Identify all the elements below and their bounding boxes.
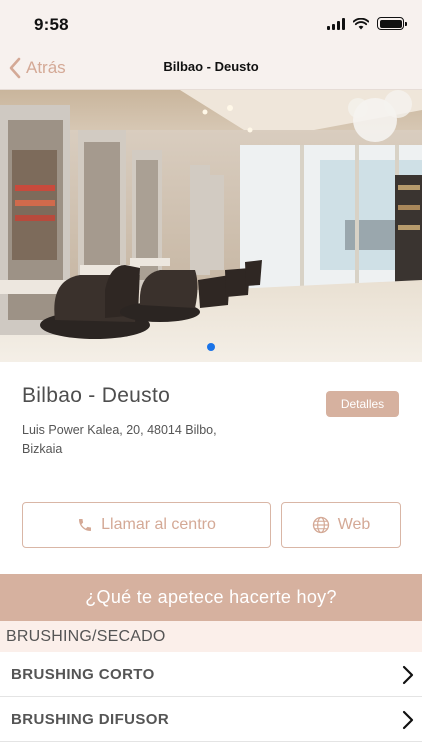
- question-text: ¿Qué te apetece hacerte hoy?: [85, 587, 337, 607]
- service-item-brushing-difusor[interactable]: BRUSHING DIFUSOR: [0, 697, 422, 742]
- navigation-bar: Atrás Bilbao - Deusto: [0, 48, 422, 90]
- status-icons: [327, 17, 407, 30]
- question-banner: ¿Qué te apetece hacerte hoy?: [0, 574, 422, 621]
- battery-icon: [377, 17, 407, 30]
- web-button[interactable]: Web: [281, 502, 401, 548]
- category-label: BRUSHING/SECADO: [6, 627, 166, 645]
- chevron-right-icon: [402, 665, 414, 685]
- chevron-right-icon: [402, 710, 414, 730]
- service-label: BRUSHING CORTO: [11, 665, 155, 683]
- service-category-header: BRUSHING/SECADO: [0, 621, 422, 652]
- salon-name: Bilbao - Deusto: [22, 384, 171, 407]
- globe-icon: [312, 516, 329, 534]
- status-time: 9:58: [34, 15, 69, 34]
- cellular-signal-icon: [327, 17, 345, 30]
- service-item-brushing-corto[interactable]: BRUSHING CORTO: [0, 652, 422, 697]
- web-label: Web: [337, 516, 371, 533]
- details-button[interactable]: Detalles: [326, 391, 399, 417]
- page-title: Bilbao - Deusto: [163, 59, 259, 74]
- status-bar: 9:58: [0, 0, 422, 48]
- phone-icon: [79, 519, 92, 531]
- call-center-label: Llamar al centro: [101, 516, 216, 533]
- salon-photo-carousel[interactable]: [0, 90, 422, 362]
- call-center-button[interactable]: Llamar al centro: [22, 502, 271, 548]
- carousel-page-indicator: [207, 343, 215, 351]
- service-label: BRUSHING DIFUSOR: [11, 710, 170, 728]
- salon-interior-photo: [0, 90, 422, 362]
- wifi-icon: [353, 17, 369, 29]
- salon-address: Luis Power Kalea, 20, 48014 Bilbo, Bizka…: [22, 423, 217, 456]
